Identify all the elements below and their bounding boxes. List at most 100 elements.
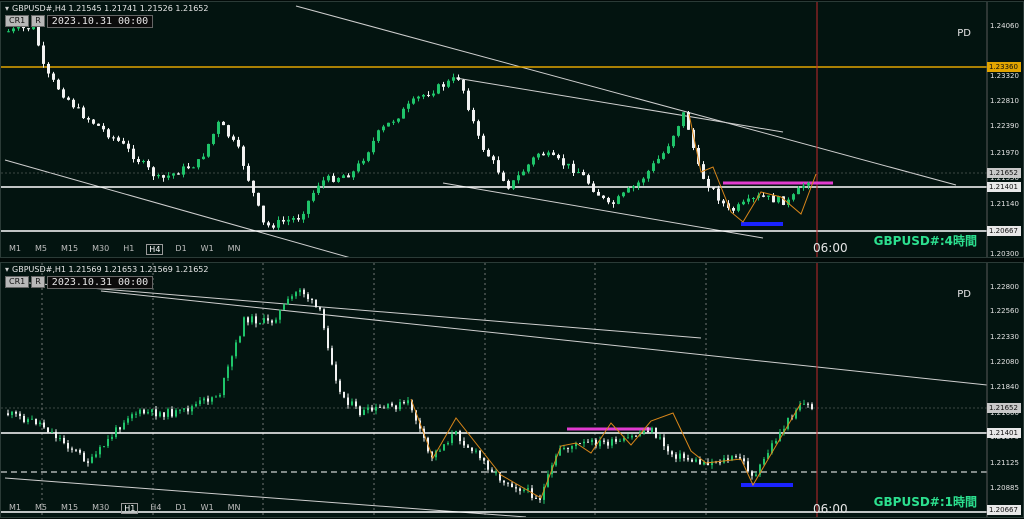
candle-body: [27, 28, 30, 30]
tf-h1[interactable]: H1: [121, 244, 136, 255]
tf-h1[interactable]: H1: [121, 503, 139, 514]
trend-line: [442, 182, 764, 239]
r-button[interactable]: R: [31, 276, 45, 288]
candle-body: [19, 413, 21, 416]
candle-body: [35, 418, 37, 425]
tf-m5[interactable]: M5: [33, 244, 49, 255]
candle-body: [583, 441, 585, 444]
candle-body: [197, 159, 200, 168]
candle-body: [187, 166, 190, 169]
candle-body: [127, 143, 130, 149]
candle-body: [72, 99, 75, 108]
candle-body: [399, 402, 401, 410]
candle-body: [55, 431, 57, 439]
candle-body: [687, 458, 689, 460]
candle-body: [472, 109, 475, 122]
candle-body: [275, 319, 277, 323]
candle-body: [607, 197, 610, 203]
candle-body: [355, 401, 357, 407]
h4-chart-canvas[interactable]: [1, 2, 1024, 258]
tf-d1[interactable]: D1: [173, 503, 188, 514]
time-label: 06:00: [813, 502, 848, 516]
candle-body: [491, 469, 493, 473]
candle-body: [152, 167, 155, 177]
candle-body: [332, 175, 335, 182]
candle-body: [742, 201, 745, 205]
candle-body: [251, 316, 253, 323]
dropdown-triangle-icon[interactable]: ▾: [5, 4, 9, 13]
r-button[interactable]: R: [31, 15, 45, 27]
candle-body: [607, 441, 609, 446]
h1-chart-pane[interactable]: ▾ GBPUSD#,H1 1.21569 1.21653 1.21569 1.21…: [0, 262, 1024, 518]
candle-body: [732, 208, 735, 211]
candle-body: [319, 307, 321, 310]
candle-body: [57, 79, 60, 90]
candle-body: [667, 446, 669, 452]
candle-body: [87, 461, 89, 463]
candle-body: [247, 165, 250, 181]
candle-body: [79, 450, 81, 453]
support-line-price: 1.20667: [987, 226, 1021, 236]
candle-body: [407, 103, 410, 109]
h4-chart-pane[interactable]: ▾ GBPUSD#,H4 1.21545 1.21741 1.21526 1.21…: [0, 1, 1024, 258]
cr1-button[interactable]: CR1: [5, 15, 30, 27]
price-tick: 1.22800: [990, 283, 1019, 291]
candle-body: [131, 414, 133, 419]
candle-body: [582, 172, 585, 176]
candle-body: [302, 213, 305, 220]
candle-body: [331, 348, 333, 365]
current-price: 1.21652: [987, 168, 1021, 178]
candle-body: [322, 180, 325, 186]
candle-body: [239, 336, 241, 343]
tf-m15[interactable]: M15: [59, 503, 80, 514]
candle-body: [403, 402, 405, 404]
candle-body: [712, 187, 715, 189]
candle-body: [647, 170, 650, 179]
candle-body: [447, 442, 449, 445]
candle-body: [52, 73, 55, 80]
candle-body: [299, 289, 301, 293]
tf-h4[interactable]: H4: [148, 503, 163, 514]
candle-body: [337, 177, 340, 182]
candle-body: [417, 96, 420, 99]
candle-body: [457, 77, 460, 80]
candle-body: [31, 418, 33, 420]
trend-line: [100, 290, 988, 386]
candle-body: [707, 178, 710, 188]
candle-body: [627, 437, 629, 439]
candle-body: [677, 126, 680, 136]
price-tick: 1.21840: [990, 383, 1019, 391]
tf-m30[interactable]: M30: [90, 244, 111, 255]
tf-m5[interactable]: M5: [33, 503, 49, 514]
h1-timeframe-bar: M1 M5 M15 M30 H1 H4 D1 W1 MN: [7, 503, 243, 514]
candle-body: [492, 156, 495, 161]
candle-body: [627, 188, 630, 193]
tf-h4[interactable]: H4: [146, 244, 164, 255]
candle-body: [159, 412, 161, 417]
candle-body: [467, 445, 469, 448]
candle-body: [95, 454, 97, 457]
candle-body: [11, 411, 13, 416]
h1-chart-canvas[interactable]: [1, 263, 1024, 518]
candle-body: [272, 225, 275, 228]
dropdown-triangle-icon[interactable]: ▾: [5, 265, 9, 274]
tf-m1[interactable]: M1: [7, 244, 23, 255]
tf-d1[interactable]: D1: [173, 244, 188, 255]
candle-body: [277, 219, 280, 228]
tf-w1[interactable]: W1: [199, 244, 216, 255]
candle-body: [563, 447, 565, 449]
tf-m30[interactable]: M30: [90, 503, 111, 514]
candle-body: [182, 166, 185, 175]
cr1-button[interactable]: CR1: [5, 276, 30, 288]
tf-mn[interactable]: MN: [226, 503, 243, 514]
candle-body: [47, 63, 50, 74]
candle-body: [387, 403, 389, 408]
tf-m1[interactable]: M1: [7, 503, 23, 514]
tf-mn[interactable]: MN: [226, 244, 243, 255]
candle-body: [523, 489, 525, 491]
candle-body: [39, 422, 41, 425]
candle-body: [195, 404, 197, 407]
candle-body: [619, 440, 621, 442]
tf-w1[interactable]: W1: [199, 503, 216, 514]
tf-m15[interactable]: M15: [59, 244, 80, 255]
